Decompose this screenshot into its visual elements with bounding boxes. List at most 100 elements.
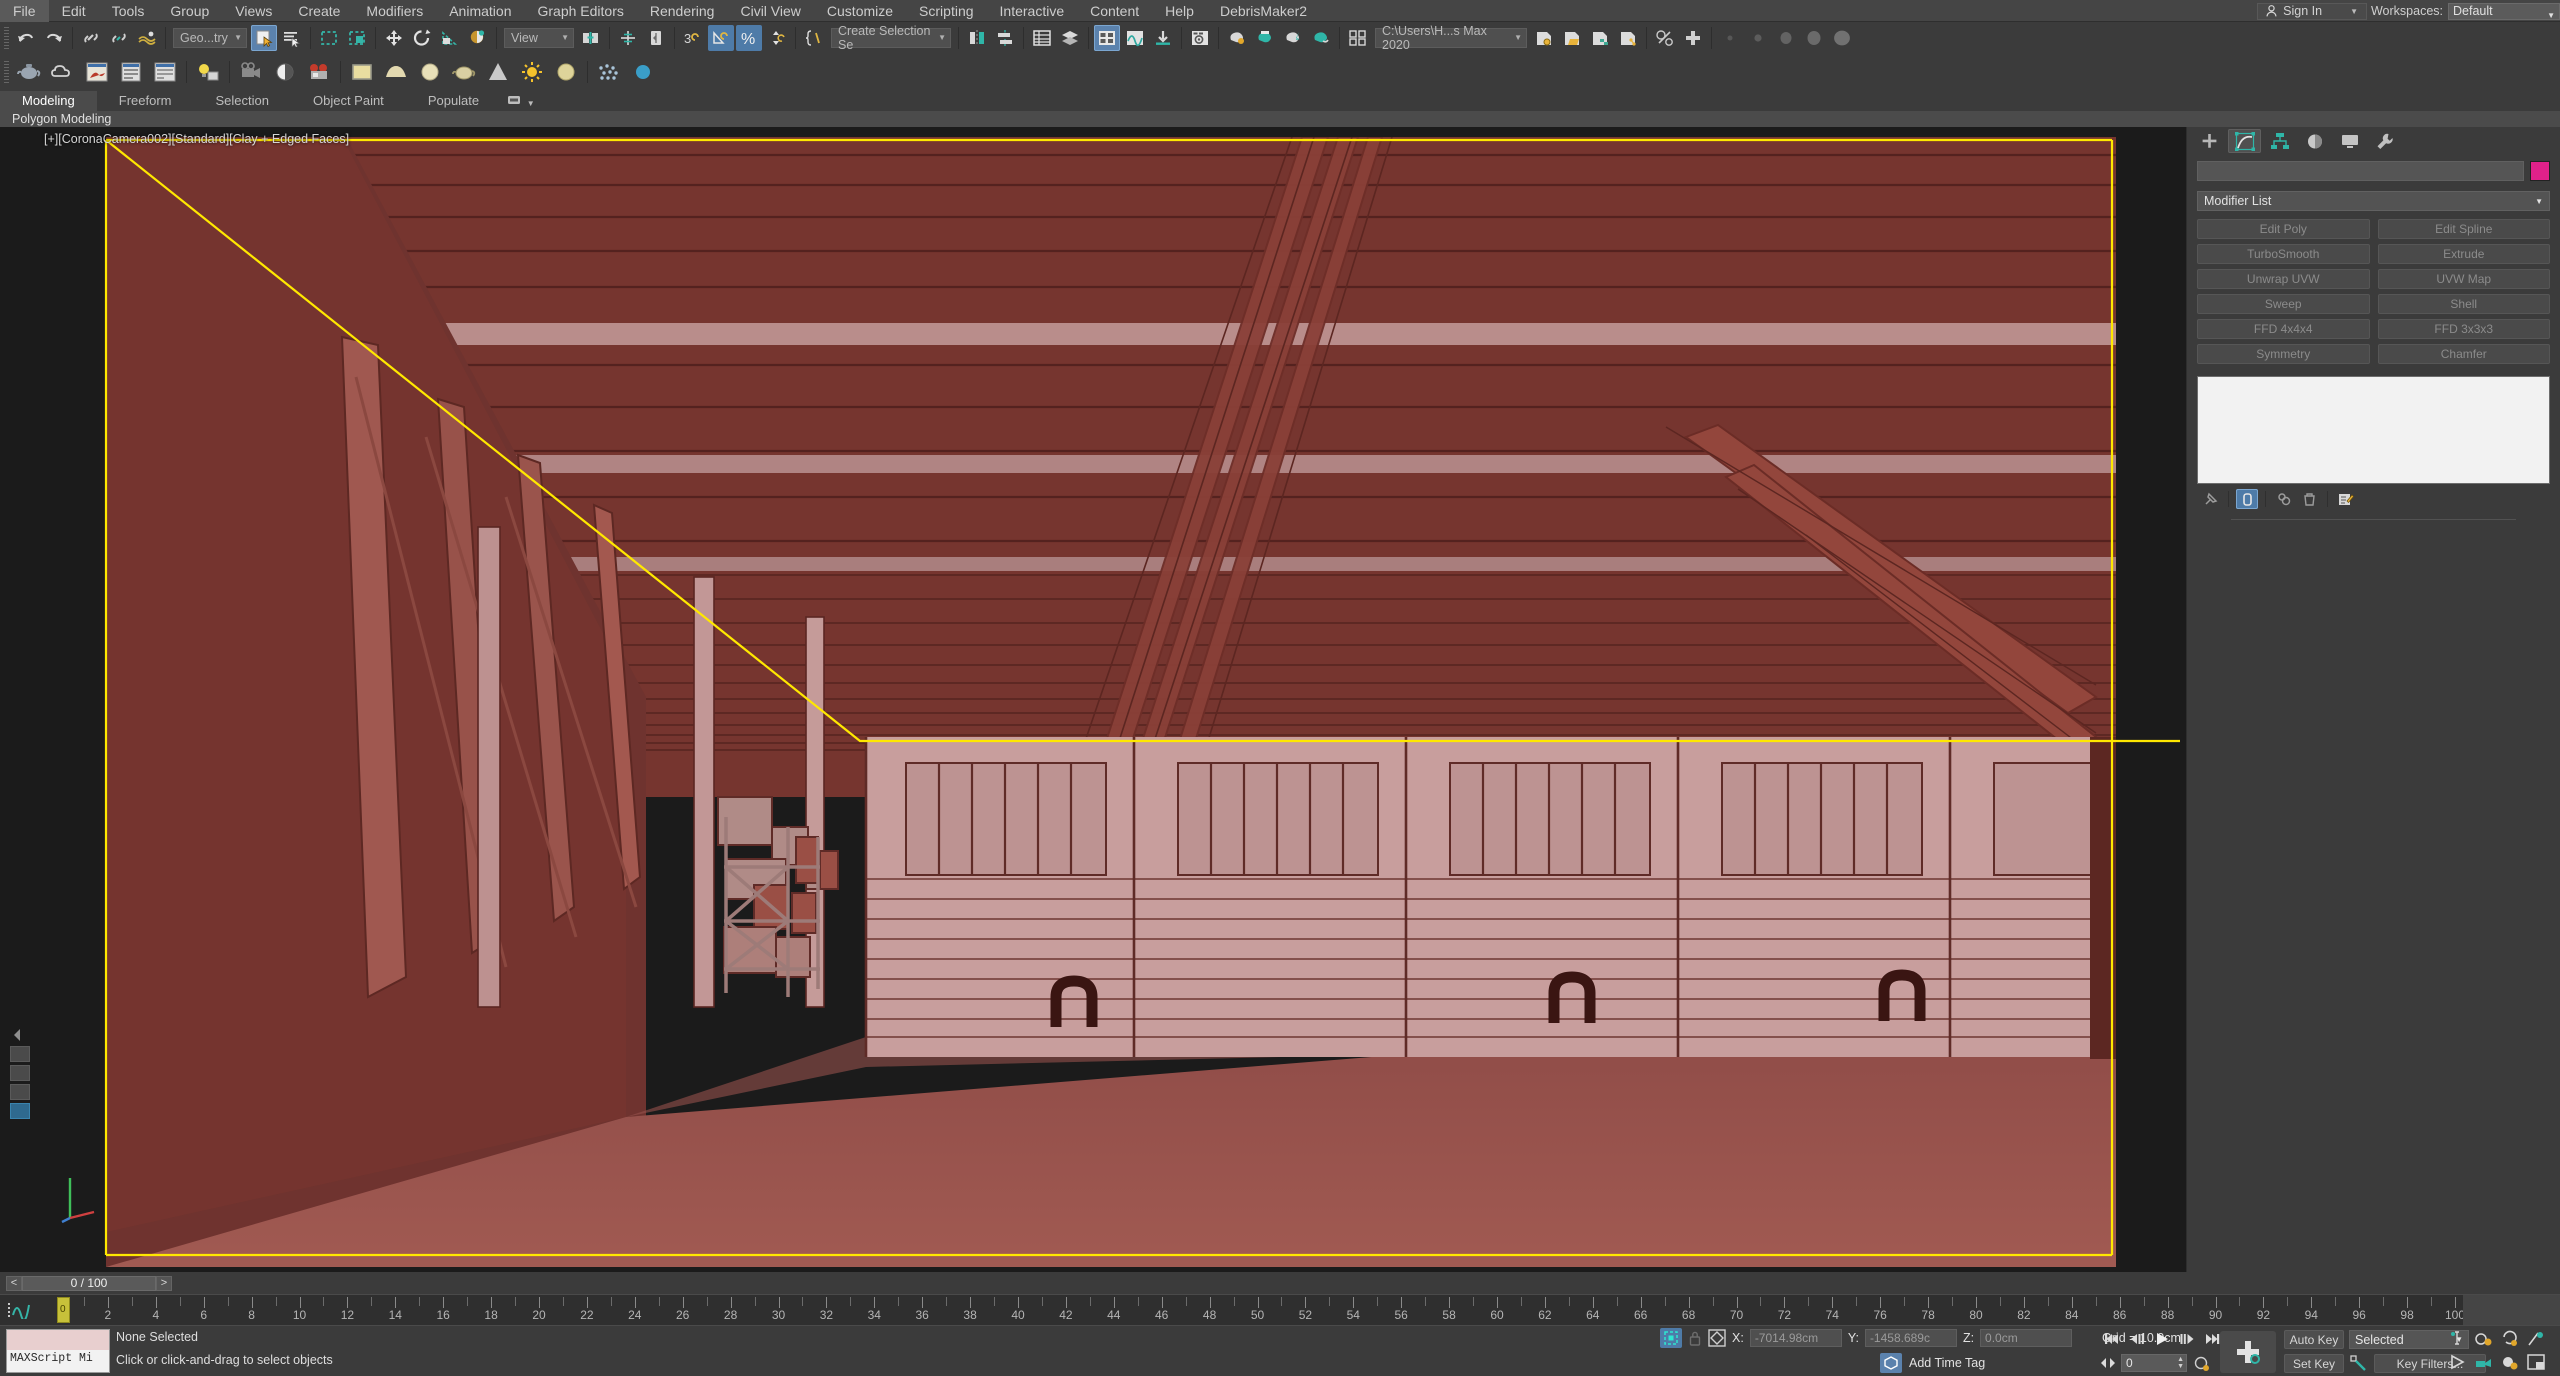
add-content-icon[interactable]	[1680, 25, 1706, 51]
sign-in-button[interactable]: Sign In ▼	[2257, 2, 2367, 20]
camera-icon[interactable]	[236, 57, 266, 87]
show-end-result-icon[interactable]	[2236, 489, 2258, 509]
project-explorer-icon[interactable]	[1587, 25, 1613, 51]
align-icon[interactable]	[615, 25, 641, 51]
rectangular-select-region-icon[interactable]	[316, 25, 342, 51]
video-post-icon[interactable]	[304, 57, 334, 87]
menu-item-rendering[interactable]: Rendering	[637, 0, 728, 22]
viewport-3d-scene[interactable]	[106, 137, 2116, 1267]
absolute-relative-toggle-icon[interactable]	[1660, 1328, 1682, 1348]
use-pivot-center-icon[interactable]	[578, 25, 604, 51]
modifier-button-turbosmooth[interactable]: TurboSmooth	[2197, 244, 2370, 264]
add-time-tag-control[interactable]: Add Time Tag	[1880, 1353, 1985, 1373]
ribbon-tab-populate[interactable]: Populate	[406, 91, 501, 111]
modifier-button-uvw-map[interactable]: UVW Map	[2377, 269, 2550, 289]
prev-frame-button[interactable]: <	[6, 1275, 22, 1291]
curve-editor-icon[interactable]	[1122, 25, 1148, 51]
ribbon-minimize-toggle[interactable]: ▼	[501, 92, 541, 111]
menu-item-create[interactable]: Create	[285, 0, 353, 22]
time-slider-handle[interactable]: 0	[57, 1297, 70, 1323]
safe-frames-icon[interactable]	[270, 57, 300, 87]
menu-item-animation[interactable]: Animation	[436, 0, 524, 22]
menu-item-content[interactable]: Content	[1077, 0, 1152, 22]
save-project-icon[interactable]	[1531, 25, 1557, 51]
open-project-icon[interactable]	[1559, 25, 1585, 51]
menu-item-civil-view[interactable]: Civil View	[727, 0, 813, 22]
timeline-ruler[interactable]: 0246810121416182022242628303234363840424…	[57, 1295, 2560, 1326]
modifier-button-chamfer[interactable]: Chamfer	[2377, 344, 2550, 364]
ribbon-tab-selection[interactable]: Selection	[194, 91, 291, 111]
chevron-down-icon[interactable]: ▼	[561, 33, 569, 42]
render-setup-icon[interactable]	[1187, 25, 1213, 51]
teapot-primitive-icon[interactable]	[14, 57, 44, 87]
create-tab[interactable]	[2193, 129, 2226, 153]
viewport-chip-1[interactable]	[10, 1046, 30, 1062]
next-frame-button[interactable]: >	[156, 1275, 172, 1291]
render-frame-window-icon[interactable]	[1308, 25, 1334, 51]
maxscript-mini-listener[interactable]: MAXScript Mi	[6, 1329, 110, 1373]
previous-frame-icon[interactable]	[2125, 1329, 2149, 1349]
select-link-icon[interactable]	[78, 25, 104, 51]
viewport-chip-2[interactable]	[10, 1065, 30, 1081]
workspace-select[interactable]: Default ▼	[2448, 2, 2560, 20]
toolbar-grip[interactable]	[4, 61, 9, 83]
project-folder-path[interactable]: C:\Users\H...s Max 2020 ▼	[1375, 24, 1527, 52]
display-tab[interactable]	[2333, 129, 2366, 153]
percent-snap-icon[interactable]: %	[736, 24, 762, 51]
modifier-list-dropdown[interactable]: Modifier List ▼	[2197, 191, 2550, 211]
cone-primitive-icon[interactable]	[483, 57, 513, 87]
ribbon-tab-freeform[interactable]: Freeform	[97, 91, 194, 111]
window-crossing-icon[interactable]	[344, 25, 370, 51]
teapot-create-icon[interactable]	[449, 57, 479, 87]
zoom-all-icon[interactable]	[2474, 1330, 2494, 1348]
render-frame-window-open-icon[interactable]	[82, 57, 112, 87]
set-key-button[interactable]: Set Key	[2284, 1354, 2344, 1373]
timeline-track-bar[interactable]: 0246810121416182022242628303234363840424…	[0, 1294, 2560, 1326]
bind-space-warp-icon[interactable]	[134, 25, 160, 51]
modifier-stack-list[interactable]	[2197, 376, 2550, 484]
select-and-place-icon[interactable]	[465, 25, 491, 51]
object-name-input[interactable]	[2197, 161, 2524, 181]
curve-editor-toggle-icon[interactable]	[8, 1301, 38, 1319]
viewport-label[interactable]: [+][CoronaCamera002][Standard][Clay + Ed…	[44, 132, 349, 146]
motion-tab[interactable]	[2298, 129, 2331, 153]
cloud-environment-icon[interactable]	[48, 57, 78, 87]
geosphere-primitive-icon[interactable]	[415, 57, 445, 87]
modifier-button-extrude[interactable]: Extrude	[2377, 244, 2550, 264]
align-tools-icon[interactable]	[992, 25, 1018, 51]
menu-item-views[interactable]: Views	[222, 0, 285, 22]
field-of-view-icon[interactable]	[2526, 1330, 2546, 1348]
walk-through-icon[interactable]	[2500, 1353, 2520, 1371]
pan-view-icon[interactable]	[2448, 1353, 2468, 1371]
menu-item-group[interactable]: Group	[157, 0, 222, 22]
named-selection-set-input[interactable]: Create Selection Se ▼	[831, 24, 951, 52]
viewport-canvas[interactable]: [+][CoronaCamera002][Standard][Clay + Ed…	[0, 127, 2186, 1272]
maximize-viewport-icon[interactable]	[12, 1027, 28, 1043]
select-and-rotate-icon[interactable]	[409, 25, 435, 51]
menu-item-scripting[interactable]: Scripting	[906, 0, 986, 22]
coord-x-field[interactable]: -7014.98cm	[1749, 1329, 1842, 1347]
pin-stack-icon[interactable]	[2199, 489, 2221, 509]
render-active-view-icon[interactable]	[1280, 25, 1306, 51]
reference-coordinate-system-select[interactable]: View ▼	[504, 27, 574, 48]
open-scene-explorer-grid-icon[interactable]	[1345, 25, 1371, 51]
key-mode-toggle-icon[interactable]	[2100, 1356, 2116, 1370]
remove-modifier-icon[interactable]	[2298, 489, 2320, 509]
object-color-swatch[interactable]	[2530, 161, 2550, 181]
edit-named-selection-icon[interactable]	[801, 25, 827, 51]
menu-item-edit[interactable]: Edit	[49, 0, 99, 22]
modifier-button-ffd-4x4x4[interactable]: FFD 4x4x4	[2197, 319, 2370, 339]
maxscript-output-pane[interactable]	[7, 1330, 109, 1350]
undo-icon[interactable]	[13, 25, 39, 51]
play-animation-icon[interactable]	[2150, 1329, 2174, 1349]
redo-icon[interactable]	[41, 25, 67, 51]
modifier-button-sweep[interactable]: Sweep	[2197, 294, 2370, 314]
key-filters-toggle-icon[interactable]	[2349, 1354, 2369, 1373]
select-and-scale-icon[interactable]	[437, 25, 463, 51]
make-unique-icon[interactable]	[2273, 489, 2295, 509]
chevron-down-icon[interactable]: ▼	[234, 33, 242, 42]
light-lister-icon[interactable]	[193, 57, 223, 87]
chevron-down-icon[interactable]: ▼	[1514, 33, 1522, 42]
viewport-chip-4[interactable]	[10, 1103, 30, 1119]
modifier-button-edit-spline[interactable]: Edit Spline	[2377, 219, 2550, 239]
